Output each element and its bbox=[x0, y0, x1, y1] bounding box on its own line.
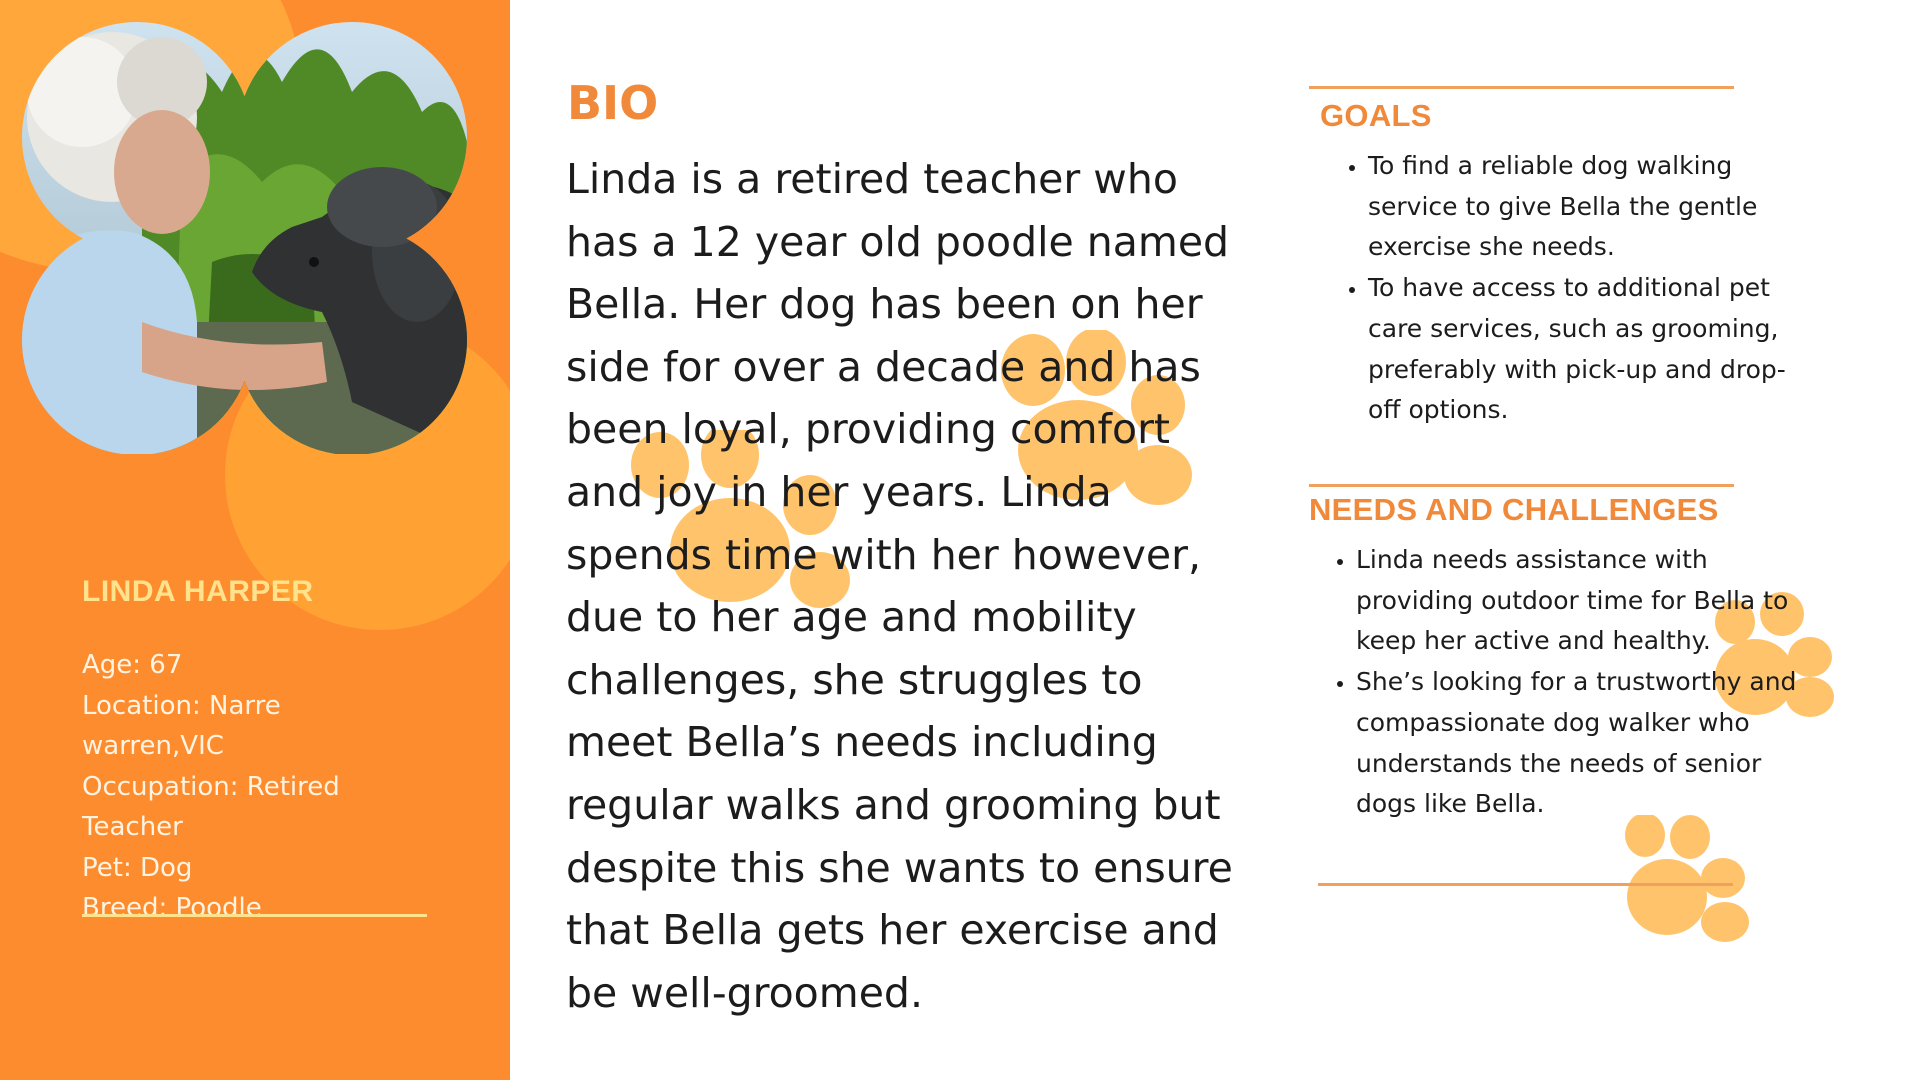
profile-sidebar: LINDA HARPER Age: 67 Location: Narre war… bbox=[0, 0, 510, 1080]
sidebar-divider bbox=[82, 914, 427, 917]
detail-location: Location: Narre warren,VIC bbox=[82, 690, 281, 762]
list-item: Linda needs assistance with providing ou… bbox=[1356, 540, 1801, 662]
section-divider bbox=[1309, 86, 1734, 89]
goals-heading: GOALS bbox=[1320, 98, 1432, 133]
needs-heading: NEEDS AND CHALLENGES bbox=[1309, 492, 1719, 527]
list-item: To have access to additional pet care se… bbox=[1368, 268, 1808, 431]
section-divider bbox=[1318, 883, 1733, 886]
detail-breed: Breed: Poodle bbox=[82, 893, 262, 923]
needs-list: Linda needs assistance with providing ou… bbox=[1330, 540, 1801, 825]
person-name: LINDA HARPER bbox=[82, 575, 314, 608]
detail-age: Age: 67 bbox=[82, 650, 183, 680]
profile-details: Age: 67 Location: Narre warren,VIC Occup… bbox=[82, 645, 422, 929]
detail-pet: Pet: Dog bbox=[82, 852, 193, 883]
list-item: To find a reliable dog walking service t… bbox=[1368, 146, 1808, 268]
bio-heading: BIO bbox=[567, 76, 659, 130]
bio-text: Linda is a retired teacher who has a 12 … bbox=[566, 155, 1233, 1017]
profile-photo bbox=[22, 22, 467, 454]
goals-list: To find a reliable dog walking service t… bbox=[1342, 146, 1808, 431]
section-divider bbox=[1309, 484, 1734, 487]
paw-print-icon bbox=[1625, 815, 1750, 945]
list-item: She’s looking for a trustworthy and comp… bbox=[1356, 662, 1801, 825]
detail-occupation: Occupation: Retired Teacher bbox=[82, 771, 340, 843]
